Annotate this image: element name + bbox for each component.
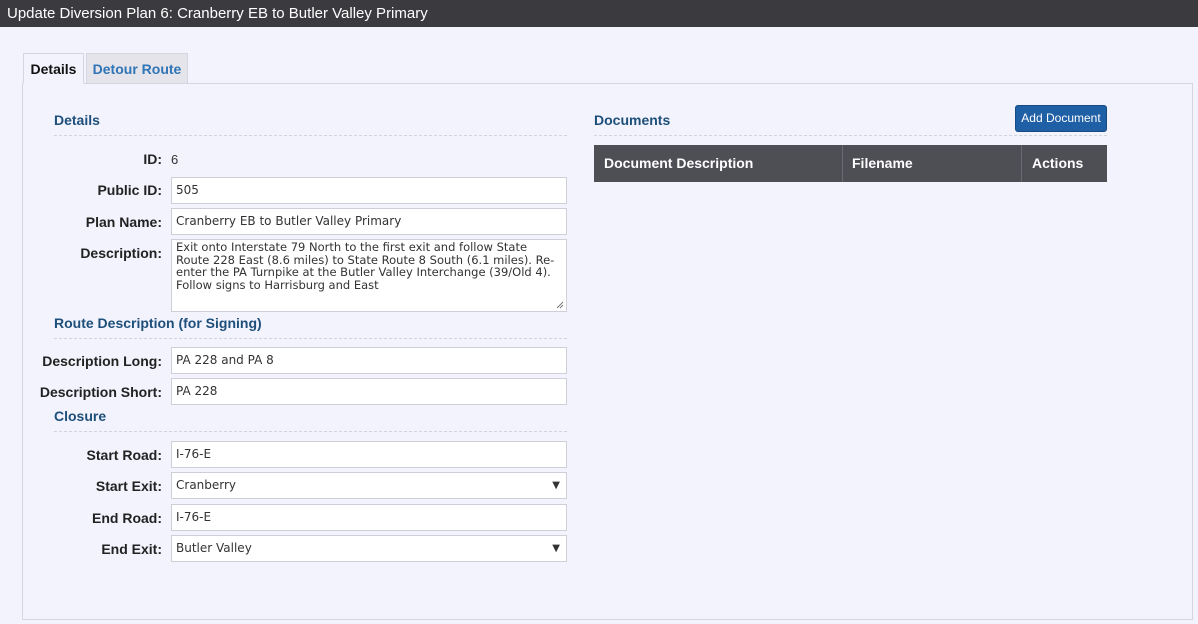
start-exit-label: Start Exit:	[95, 478, 162, 494]
route-description-divider	[54, 338, 567, 339]
resize-grip-icon[interactable]	[556, 301, 564, 309]
documents-divider	[594, 135, 1107, 136]
add-document-button[interactable]: Add Document	[1015, 105, 1107, 132]
chevron-down-icon: ▼	[552, 480, 560, 491]
documents-heading: Documents	[594, 112, 671, 128]
id-label: ID:	[143, 151, 162, 167]
column-header-filename[interactable]: Filename	[842, 145, 1021, 182]
plan-name-input[interactable]: Cranberry EB to Butler Valley Primary	[171, 208, 567, 235]
end-exit-label: End Exit:	[101, 541, 162, 557]
documents-table-header: Document Description Filename Actions	[594, 145, 1107, 182]
id-value: 6	[171, 152, 179, 167]
start-road-input[interactable]: I-76-E	[171, 441, 567, 468]
end-road-input[interactable]: I-76-E	[171, 504, 567, 531]
description-textarea[interactable]: Exit onto Interstate 79 North to the fir…	[171, 239, 567, 312]
start-road-label: Start Road:	[86, 447, 162, 463]
start-exit-value: Cranberry	[176, 478, 237, 492]
end-road-label: End Road:	[92, 510, 162, 526]
tab-detour-route[interactable]: Detour Route	[86, 53, 188, 84]
details-heading: Details	[54, 112, 100, 128]
public-id-input[interactable]: 505	[171, 177, 567, 204]
description-short-label: Description Short:	[39, 384, 162, 400]
chevron-down-icon: ▼	[552, 543, 560, 554]
description-short-input[interactable]: PA 228	[171, 378, 567, 405]
closure-divider	[54, 431, 567, 432]
description-long-label: Description Long:	[42, 353, 162, 369]
tab-details[interactable]: Details	[23, 53, 84, 84]
details-divider	[54, 135, 567, 136]
description-text: Exit onto Interstate 79 North to the fir…	[176, 240, 555, 292]
closure-heading: Closure	[54, 408, 107, 424]
plan-name-label: Plan Name:	[85, 214, 162, 230]
column-header-document-description[interactable]: Document Description	[594, 145, 842, 182]
public-id-label: Public ID:	[97, 182, 162, 198]
window-title: Update Diversion Plan 6: Cranberry EB to…	[0, 0, 1198, 27]
description-label: Description:	[80, 245, 162, 261]
end-exit-select[interactable]: Butler Valley ▼	[171, 535, 567, 562]
start-exit-select[interactable]: Cranberry ▼	[171, 472, 567, 499]
route-description-heading: Route Description (for Signing)	[54, 315, 262, 331]
description-long-input[interactable]: PA 228 and PA 8	[171, 347, 567, 374]
column-header-actions: Actions	[1032, 155, 1084, 171]
end-exit-value: Butler Valley	[176, 541, 252, 555]
